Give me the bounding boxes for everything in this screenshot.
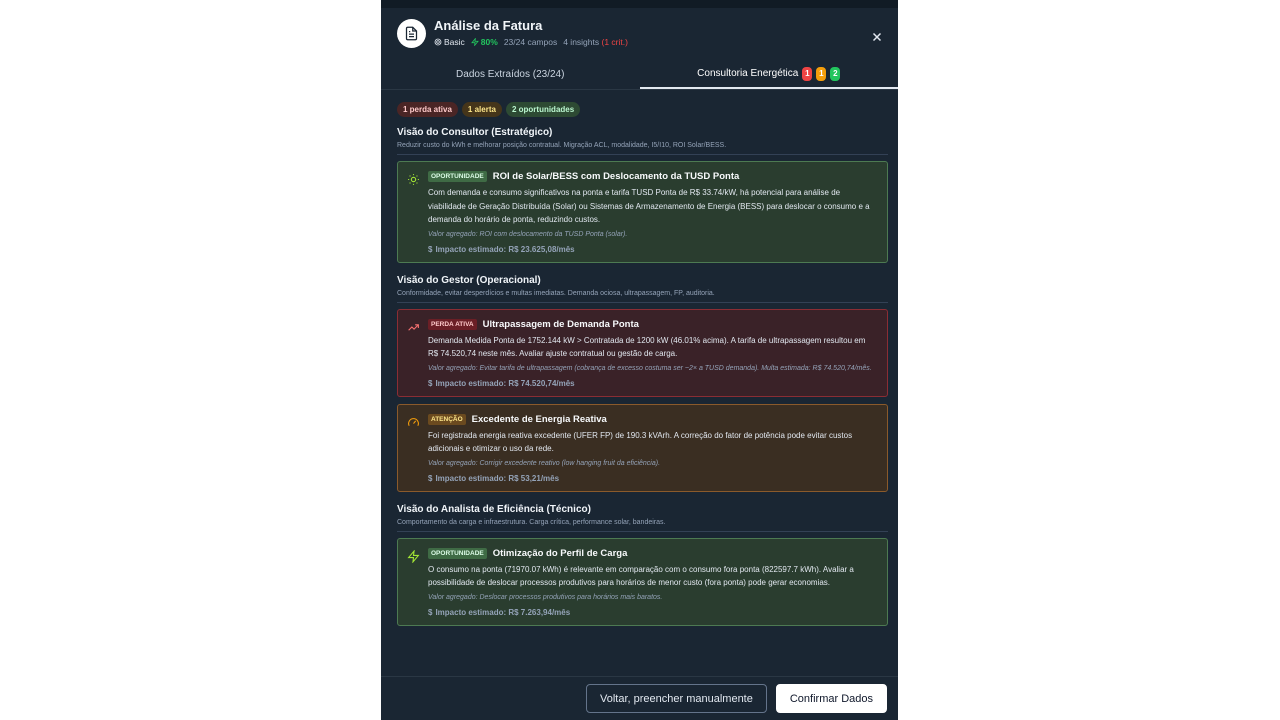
card-title: Otimização do Perfil de Carga	[492, 547, 628, 559]
impact-label: Impacto estimado: R$ 23.625,08/mês	[435, 244, 575, 254]
impact-label: Impacto estimado: R$ 74.520,74/mês	[435, 378, 575, 388]
opportunity-badge: OPORTUNIDADE	[428, 171, 487, 182]
bolt-icon	[407, 549, 420, 563]
header-meta: Basic 80% 23/24 campos 4 insights (1 cri…	[434, 37, 628, 47]
card-impact: $ Impacto estimado: R$ 23.625,08/mês	[428, 245, 877, 254]
opportunities-pill: 2 oportunidades	[505, 102, 581, 117]
opportunity-badge: OPORTUNIDADE	[428, 547, 487, 559]
plan-label: Basic	[444, 37, 465, 47]
card-title: Excedente de Energia Reativa	[471, 413, 607, 425]
card-impact: $ Impacto estimado: R$ 7.263,94/mês	[428, 608, 877, 617]
loss-badge: PERDA ATIVA	[428, 318, 477, 330]
modal-title: Análise da Fatura	[434, 18, 543, 33]
insight-card: ATENÇÃO Excedente de Energia Reativa Foi…	[397, 403, 888, 492]
summary-pills: 1 perda ativa 1 alerta 2 oportunidades	[397, 102, 888, 117]
modal-footer: Voltar, preencher manualmente Confirmar …	[381, 676, 898, 720]
insight-card: OPORTUNIDADE ROI de Solar/BESS com Deslo…	[397, 161, 888, 263]
card-title: Ultrapassagem de Demanda Ponta	[482, 318, 639, 330]
critical-count: (1 crit.)	[601, 37, 628, 47]
modal-header: Análise da Fatura Basic 80% 23/24 campos…	[381, 8, 898, 60]
section-title: Visão do Analista de Eficiência (Técnico…	[397, 503, 591, 515]
impact-label: Impacto estimado: R$ 7.263,94/mês	[435, 607, 571, 617]
sun-icon	[408, 174, 419, 185]
tab-energy-consulting[interactable]: Consultoria Energética 1 1 2	[639, 60, 898, 89]
card-impact: $ Impacto estimado: R$ 53,21/mês	[428, 474, 877, 483]
tab-extracted-data[interactable]: Dados Extraídos (23/24)	[381, 60, 640, 89]
card-impact: $ Impacto estimado: R$ 74.520,74/mês	[428, 379, 877, 388]
confirm-data-button[interactable]: Confirmar Dados	[775, 684, 887, 713]
section-title: Visão do Gestor (Operacional)	[397, 274, 541, 286]
card-value-note: Valor agregado: ROI com deslocamento da …	[428, 230, 628, 238]
section-title: Visão do Consultor (Estratégico)	[397, 127, 553, 138]
dollar-icon: $	[428, 473, 433, 483]
fields-count: 23/24 campos	[503, 37, 558, 47]
insight-card: PERDA ATIVA Ultrapassagem de Demanda Pon…	[397, 308, 888, 397]
loss-pill: 1 perda ativa	[397, 102, 458, 117]
dollar-icon: $	[428, 607, 433, 617]
card-value-note: Valor agregado: Deslocar processos produ…	[428, 593, 663, 601]
confidence-badge: 80%	[470, 37, 498, 47]
dollar-icon: $	[428, 244, 433, 254]
section-subtitle: Reduzir custo do kWh e melhorar posição …	[397, 142, 888, 155]
cube-icon	[434, 38, 442, 46]
fill-manually-button[interactable]: Voltar, preencher manualmente	[585, 684, 767, 713]
impact-label: Impacto estimado: R$ 53,21/mês	[435, 473, 560, 483]
bolt-icon	[470, 38, 479, 46]
alert-pill: 1 alerta	[461, 102, 502, 117]
opportunity-count-badge: 2	[830, 66, 841, 81]
tab-label: Consultoria Energética	[697, 68, 799, 79]
dollar-icon: $	[428, 378, 433, 388]
tab-label: Dados Extraídos (23/24)	[456, 69, 565, 80]
insights-count: 4 insights (1 crit.)	[563, 37, 628, 47]
alert-count-badge: 1	[816, 66, 827, 81]
invoice-analysis-modal: Análise da Fatura Basic 80% 23/24 campos…	[381, 0, 898, 720]
section-subtitle: Conformidade, evitar desperdícios e mult…	[397, 290, 888, 303]
document-icon	[397, 19, 426, 48]
card-value-note: Valor agregado: Corrigir excedente reati…	[428, 459, 661, 467]
confidence-value: 80%	[480, 37, 498, 47]
trending-up-icon	[408, 323, 419, 331]
insight-card: OPORTUNIDADE Otimização do Perfil de Car…	[397, 537, 888, 626]
section-subtitle: Comportamento da carga e infraestrutura.…	[397, 519, 888, 532]
card-description: Com demanda e consumo significativos na …	[428, 188, 870, 224]
tab-bar: Dados Extraídos (23/24) Consultoria Ener…	[381, 60, 898, 90]
card-description: O consumo na ponta (71970.07 kWh) é rele…	[428, 564, 854, 588]
top-strip	[381, 0, 898, 8]
gauge-icon	[408, 417, 419, 426]
card-description: Foi registrada energia reativa excedente…	[428, 430, 853, 454]
card-title: ROI de Solar/BESS com Deslocamento da TU…	[492, 171, 740, 182]
plan-badge: Basic	[434, 37, 465, 47]
loss-count-badge: 1	[802, 66, 813, 81]
close-icon[interactable]	[870, 30, 884, 44]
card-value-note: Valor agregado: Evitar tarifa de ultrapa…	[428, 364, 872, 372]
attention-badge: ATENÇÃO	[428, 413, 466, 425]
card-description: Demanda Medida Ponta de 1752.144 kW > Co…	[428, 335, 866, 359]
insights-label: 4 insights	[563, 37, 600, 47]
consulting-content: 1 perda ativa 1 alerta 2 oportunidades V…	[381, 90, 898, 626]
